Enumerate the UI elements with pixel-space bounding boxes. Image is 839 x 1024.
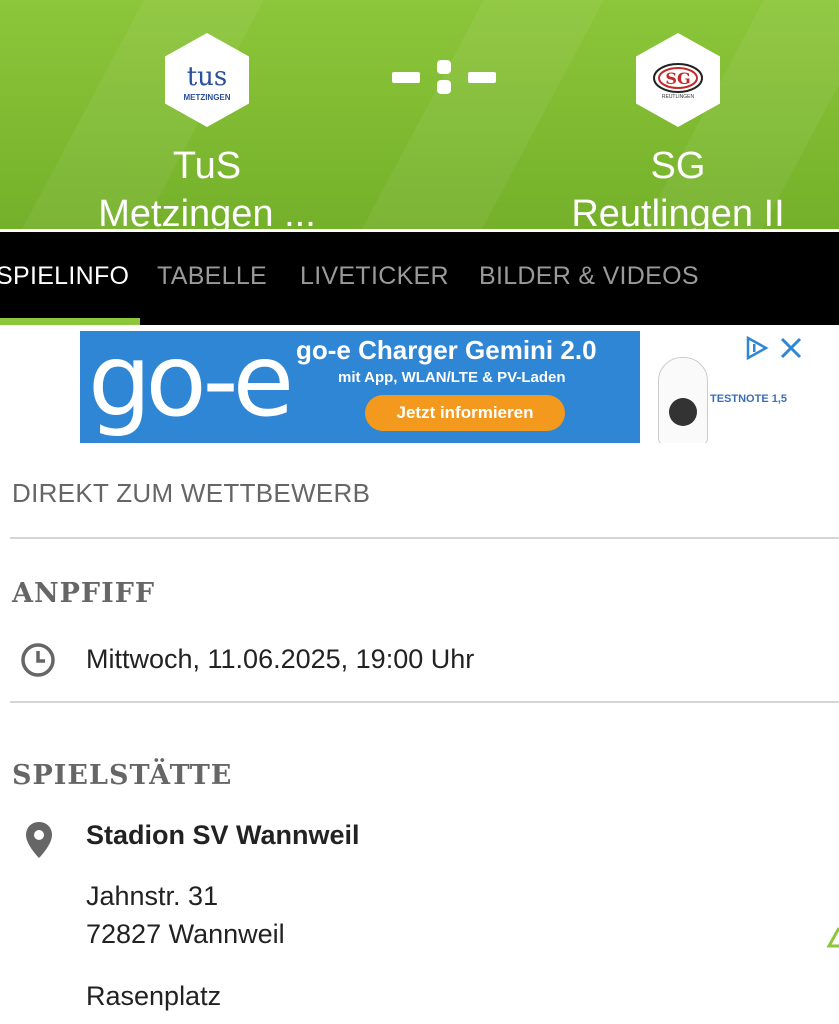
close-icon[interactable] xyxy=(778,335,804,361)
score-colon-dot xyxy=(437,80,451,94)
score-dash xyxy=(392,72,420,83)
away-team-crest-icon: SG REUTLINGEN xyxy=(653,63,703,100)
tab-bilder-videos[interactable]: BILDER & VIDEOS xyxy=(479,262,699,291)
ad-controls xyxy=(742,335,804,367)
venue-surface: Rasenplatz xyxy=(86,981,222,1011)
svg-text:REUTLINGEN: REUTLINGEN xyxy=(662,94,695,100)
venue-city: 72827 Wannweil xyxy=(86,919,285,949)
tab-liveticker[interactable]: LIVETICKER xyxy=(300,262,449,291)
divider xyxy=(10,701,839,703)
active-tab-indicator xyxy=(0,318,140,325)
tab-bar: SPIELINFO TABELLE LIVETICKER BILDER & VI… xyxy=(0,229,839,325)
ad-testnote: TESTNOTE 1,5 xyxy=(710,393,788,405)
tab-spielinfo[interactable]: SPIELINFO xyxy=(0,262,129,291)
score-dash xyxy=(468,72,496,83)
ad-cta-button[interactable]: Jetzt informieren xyxy=(365,395,565,431)
divider xyxy=(10,537,839,539)
away-team-name: SG Reutlingen II xyxy=(571,145,785,229)
clock-icon xyxy=(20,642,56,683)
score-placeholder xyxy=(392,60,496,96)
tab-tabelle[interactable]: TABELLE xyxy=(157,262,267,291)
kickoff-datetime: Mittwoch, 11.06.2025, 19:00 Uhr xyxy=(86,644,475,674)
kickoff-heading: ANPFIFF xyxy=(12,578,156,609)
venue-name[interactable]: Stadion SV Wannweil xyxy=(86,820,360,851)
score-colon-dot xyxy=(437,60,451,74)
svg-text:tus: tus xyxy=(187,62,228,92)
svg-text:METZINGEN: METZINGEN xyxy=(183,93,230,102)
match-header: tus METZINGEN TuS Metzingen ... SG REUTL… xyxy=(0,0,839,229)
venue-street: Jahnstr. 31 xyxy=(86,881,219,911)
location-pin-icon xyxy=(24,820,54,865)
ad-title: go-e Charger Gemini 2.0 xyxy=(296,335,597,365)
home-team-crest-icon: tus METZINGEN xyxy=(183,62,230,102)
ad-logo: go-e xyxy=(88,331,294,439)
ad-subtitle: mit App, WLAN/LTE & PV-Laden xyxy=(338,369,566,386)
home-team-name: TuS Metzingen ... xyxy=(98,145,316,229)
map-arrow-icon[interactable] xyxy=(826,926,839,955)
competition-link[interactable]: DIREKT ZUM WETTBEWERB xyxy=(12,478,370,509)
ad-choices-icon[interactable] xyxy=(742,335,772,361)
venue-heading: SPIELSTÄTTE xyxy=(12,760,233,791)
charger-icon xyxy=(658,357,708,443)
ad-banner[interactable]: go-e go-e Charger Gemini 2.0 mit App, WL… xyxy=(80,331,809,443)
svg-text:SG: SG xyxy=(665,69,690,88)
